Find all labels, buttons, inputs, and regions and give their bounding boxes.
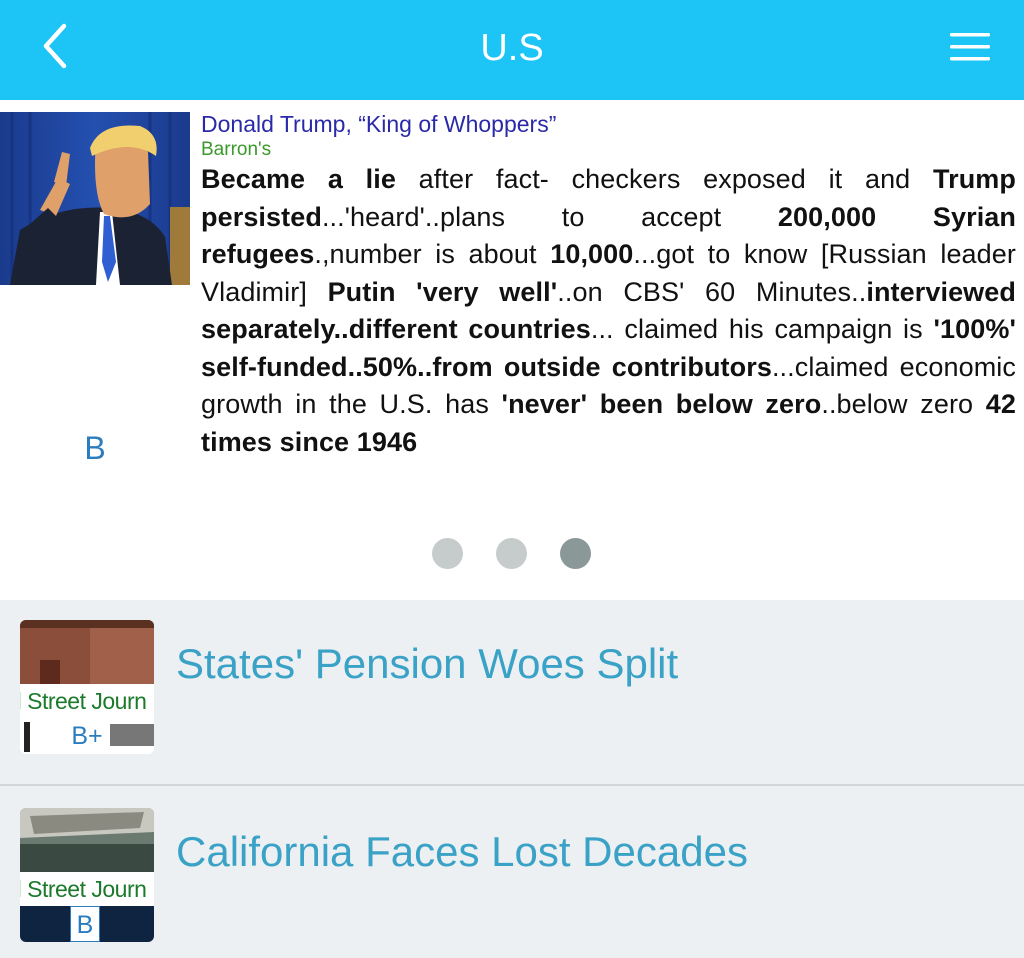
featured-headline[interactable]: Donald Trump, “King of Whoppers” xyxy=(201,110,1016,138)
summary-segment: .,number is about xyxy=(314,239,551,269)
menu-button[interactable] xyxy=(944,24,996,72)
summary-segment: 10,000 xyxy=(550,239,634,269)
featured-summary: Became a lie after fact- checkers expose… xyxy=(201,161,1016,461)
page-title: U.S xyxy=(480,27,544,69)
article-thumbnail: ll Street Journ B+ xyxy=(20,620,154,754)
summary-segment: Became a lie xyxy=(201,164,396,194)
list-item[interactable]: ll Street Journ B California Faces Lost … xyxy=(0,788,1024,958)
summary-segment: ... claimed his campaign is xyxy=(590,314,934,344)
carousel-dot-active[interactable] xyxy=(560,538,591,569)
article-title[interactable]: California Faces Lost Decades xyxy=(176,828,748,876)
thumbnail-grade: B xyxy=(70,906,100,942)
article-list: ll Street Journ B+ States' Pension Woes … xyxy=(0,600,1024,958)
summary-segment: after fact- checkers exposed it and xyxy=(395,164,933,194)
featured-source: Barron's xyxy=(201,139,272,160)
thumbnail-grade: B+ xyxy=(71,722,103,750)
summary-segment: 'never' been below zero xyxy=(501,389,822,419)
summary-segment: ...'heard'..plans to accept xyxy=(321,201,778,232)
list-item[interactable]: ll Street Journ B+ States' Pension Woes … xyxy=(0,600,1024,786)
summary-segment: Putin 'very well' xyxy=(327,276,558,307)
summary-segment: ..on CBS' 60 Minutes.. xyxy=(557,276,867,307)
carousel-dot[interactable] xyxy=(496,538,527,569)
featured-grade: B xyxy=(84,430,106,466)
back-button[interactable] xyxy=(30,18,90,78)
thumbnail-source: ll Street Journ xyxy=(20,684,154,718)
featured-article[interactable]: B Donald Trump, “King of Whoppers” Barro… xyxy=(0,100,1024,600)
top-nav-bar: U.S xyxy=(0,0,1024,100)
hamburger-menu-icon xyxy=(950,33,990,61)
chevron-left-icon xyxy=(43,23,67,69)
article-title[interactable]: States' Pension Woes Split xyxy=(176,640,678,688)
article-thumbnail: ll Street Journ B xyxy=(20,808,154,942)
carousel-dot[interactable] xyxy=(432,538,463,569)
summary-segment: ..below zero xyxy=(821,389,986,419)
carousel-indicator xyxy=(0,538,1024,570)
featured-text: Donald Trump, “King of Whoppers” Barron'… xyxy=(201,110,1016,461)
featured-article-photo xyxy=(0,112,190,285)
thumbnail-source: ll Street Journ xyxy=(20,872,154,906)
